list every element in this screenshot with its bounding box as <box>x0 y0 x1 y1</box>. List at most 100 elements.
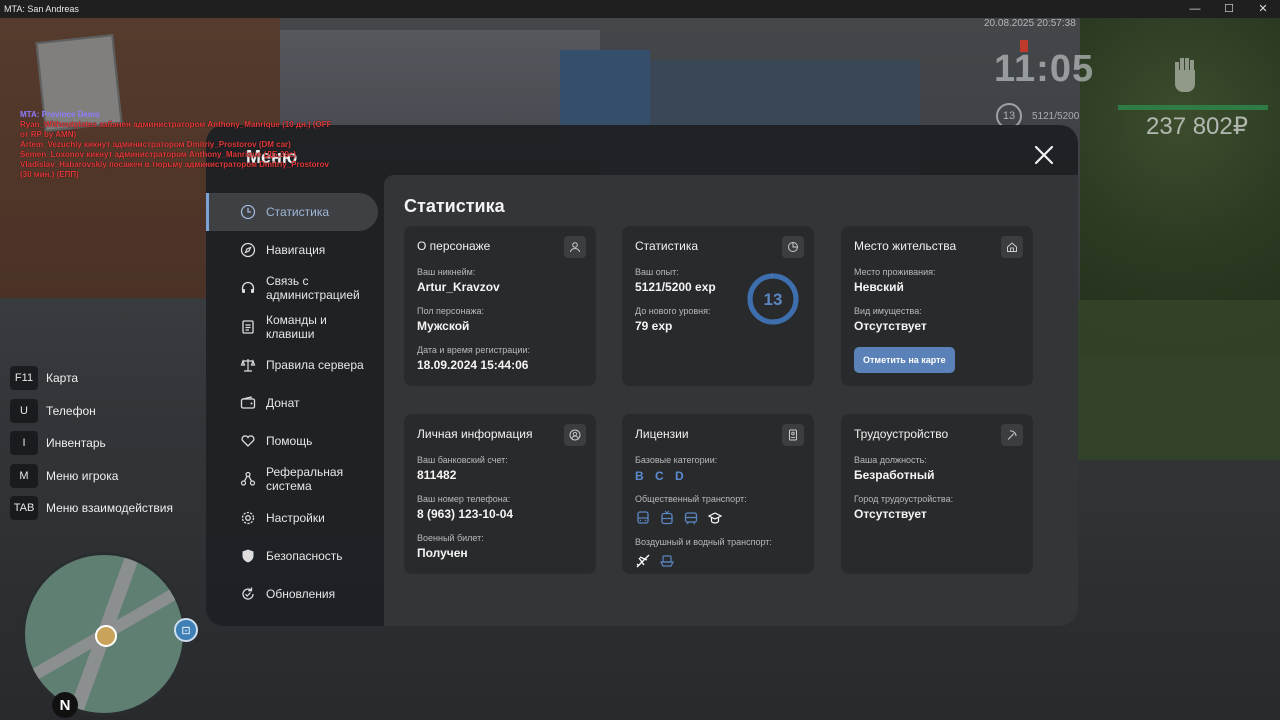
gear-icon <box>241 511 255 524</box>
nav-item-referral[interactable]: Реферальная система <box>206 460 378 499</box>
key-hint: M Меню игрока <box>10 460 173 493</box>
home-icon <box>1007 242 1017 252</box>
key-cap: M <box>10 463 38 488</box>
card-title: Лицензии <box>635 427 689 441</box>
card-icon <box>1001 424 1023 446</box>
card-title: О персонаже <box>417 239 491 253</box>
boat-icon <box>659 553 675 569</box>
field-label: Базовые категории: <box>635 455 718 465</box>
card-icon <box>564 236 586 258</box>
key-hints: F11 Карта U Телефон I Инвентарь M Меню игрок… <box>10 362 173 525</box>
nav-item-label: Реферальная система <box>266 465 344 494</box>
close-window-button[interactable]: ✕ <box>1246 0 1280 18</box>
mark-on-map-button[interactable]: Отметить на карте <box>854 347 955 373</box>
field-label: Город трудоустройства: <box>854 494 954 504</box>
card-residence: Место жительства Место проживания: Невск… <box>841 226 1033 386</box>
nav-item-label: Настройки <box>266 510 325 525</box>
window-title: MTA: San Andreas <box>4 4 79 14</box>
field-label: Ваша должность: <box>854 455 927 465</box>
card-title: Статистика <box>635 239 699 253</box>
card-icon <box>782 236 804 258</box>
key-hint: TAB Меню взаимодействия <box>10 492 173 525</box>
nav-item-settings[interactable]: Настройки <box>206 499 378 537</box>
nav-item-label: Помощь <box>266 434 313 448</box>
card-icon <box>782 424 804 446</box>
key-cap: F11 <box>10 366 38 391</box>
chat-message: Ryan_Withoutplates забанен администратор… <box>20 120 332 139</box>
nav-item-commands[interactable]: Команды и клавиши <box>206 308 378 347</box>
card-title: Место жительства <box>854 239 957 253</box>
field-label: Дата и время регистрации: <box>417 345 530 355</box>
clock-icon <box>240 204 256 220</box>
registration-value: 18.09.2024 15:44:06 <box>417 358 529 372</box>
key-hint: I Инвентарь <box>10 427 173 460</box>
chat-message: Semen_Loxonov кикнут администратором Ant… <box>20 150 297 159</box>
north-indicator: N <box>52 692 78 718</box>
key-hint-label: Меню взаимодействия <box>46 501 173 516</box>
field-label: Военный билет: <box>417 533 484 543</box>
phone-value: 8 (963) 123-10-04 <box>417 507 514 521</box>
nickname-value: Artur_Kravzov <box>417 280 500 294</box>
field-label: Общественный транспорт: <box>635 494 747 504</box>
network-icon <box>240 472 256 486</box>
headset-icon <box>241 282 255 294</box>
card-personal-info: Личная информация Ваш банковский счет: 8… <box>404 414 596 574</box>
nav-item-rules[interactable]: Правила сервера <box>206 346 378 384</box>
field-label: Ваш номер телефона: <box>417 494 511 504</box>
content-panel: Статистика О персонаже Ваш никнейм: Artu… <box>384 175 1078 626</box>
nav-item-label: Команды и клавиши <box>266 312 327 341</box>
card-licenses: Лицензии Базовые категории: B C D Общест… <box>622 414 814 574</box>
nav-item-navigation[interactable]: Навигация <box>206 231 378 269</box>
property-value: Отсутствует <box>854 319 927 333</box>
key-cap: U <box>10 398 38 423</box>
card-title: Трудоустройство <box>854 427 949 441</box>
nav-item-statistics[interactable]: Статистика <box>206 193 378 231</box>
content-title: Статистика <box>404 196 505 216</box>
key-hint-label: Меню игрока <box>46 468 119 483</box>
bank-account-value: 811482 <box>417 468 457 482</box>
key-hint-label: Инвентарь <box>46 436 106 451</box>
card-icon <box>564 424 586 446</box>
chat-message: Vladislav_Habarovskiy посажен в тюрьму а… <box>20 160 329 179</box>
hud-datetime: 20.08.2025 20:57:38 <box>984 18 1076 29</box>
license-categories: B C D <box>635 469 688 483</box>
trolleybus-icon <box>659 510 675 526</box>
maximize-button[interactable]: ☐ <box>1212 0 1246 18</box>
window-controls: — ☐ ✕ <box>1178 0 1280 18</box>
hud-health-bar <box>1118 105 1268 110</box>
menu-nav: Статистика Навигация Связь с администрац… <box>206 193 378 613</box>
air-water-icons <box>635 553 801 569</box>
nav-item-contact-admin[interactable]: Связь с администрацией <box>206 269 378 308</box>
card-title: Личная информация <box>417 427 533 441</box>
nav-item-label: Правила сервера <box>266 358 364 372</box>
key-hint-label: Карта <box>46 371 79 386</box>
tram-icon <box>683 510 699 526</box>
nav-item-label: Навигация <box>266 243 326 257</box>
nav-item-label: Обновления <box>266 586 336 601</box>
driver-cap-icon <box>707 510 723 526</box>
nav-item-donate[interactable]: Донат <box>206 384 378 422</box>
card-icon <box>1001 236 1023 258</box>
minimap <box>22 552 186 716</box>
field-label: Воздушный и водный транспорт: <box>635 537 772 547</box>
nav-item-help[interactable]: Помощь <box>206 422 378 460</box>
pickaxe-icon <box>1007 430 1017 440</box>
minimize-button[interactable]: — <box>1178 0 1212 18</box>
key-hint: F11 Карта <box>10 362 173 395</box>
public-transport-icons <box>635 510 801 526</box>
residence-value: Невский <box>854 280 904 294</box>
key-cap: TAB <box>10 496 38 521</box>
job-position-value: Безработный <box>854 468 935 482</box>
user-circle-icon <box>569 429 581 441</box>
nav-item-security[interactable]: Безопасность <box>206 537 378 575</box>
nav-item-label: Статистика <box>266 205 330 219</box>
field-label: Ваш никнейм: <box>417 267 476 277</box>
user-icon <box>570 242 580 253</box>
chat-message: Artem_Vezuchiy кикнут администратором Dm… <box>20 140 291 149</box>
close-menu-button[interactable] <box>1030 141 1058 169</box>
heart-hand-icon <box>241 435 255 447</box>
key-hint: U Телефон <box>10 395 173 428</box>
field-label: Место проживания: <box>854 267 936 277</box>
nav-item-updates[interactable]: Обновления <box>206 575 378 613</box>
hud-exp: 5121/5200 <box>1032 111 1080 122</box>
